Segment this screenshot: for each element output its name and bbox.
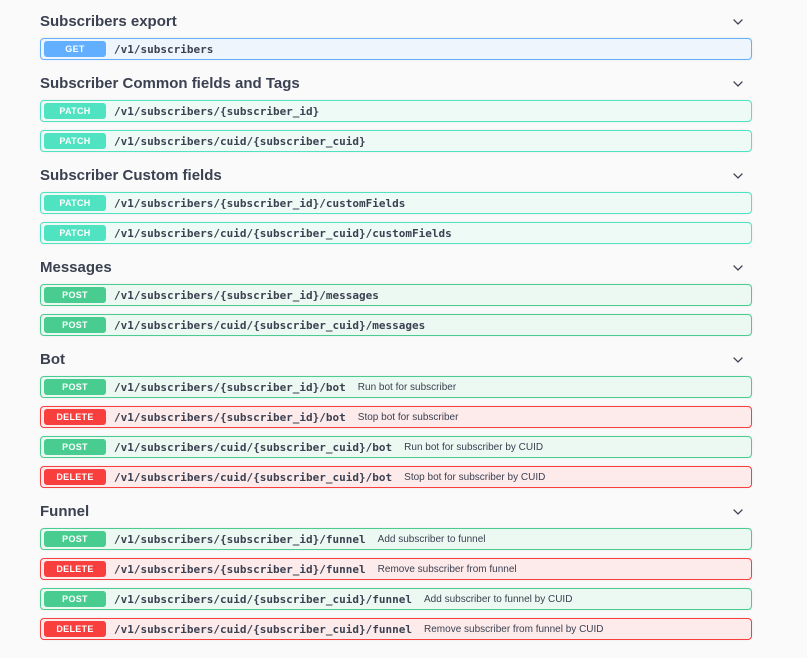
endpoint-description: Run bot for subscriber — [358, 382, 456, 393]
operation-row-patch-v1-subscribers-cuid-subscriber-cuid-customfields[interactable]: PATCH/v1/subscribers/cuid/{subscriber_cu… — [40, 222, 752, 244]
method-badge: PATCH — [44, 195, 106, 211]
endpoint-path: /v1/subscribers/{subscriber_id}/bot — [114, 411, 346, 424]
method-badge: POST — [44, 439, 106, 455]
chevron-down-icon[interactable] — [730, 260, 746, 276]
method-badge: DELETE — [44, 409, 106, 425]
endpoint-description: Remove subscriber from funnel — [378, 564, 517, 575]
method-badge: DELETE — [44, 621, 106, 637]
section-header-funnel[interactable]: Funnel — [40, 496, 752, 528]
endpoint-path: /v1/subscribers/cuid/{subscriber_cuid}/m… — [114, 319, 425, 332]
operation-row-post-v1-subscribers-subscriber-id-funnel[interactable]: POST/v1/subscribers/{subscriber_id}/funn… — [40, 528, 752, 550]
method-badge: DELETE — [44, 561, 106, 577]
section-header-subscribers-export[interactable]: Subscribers export — [40, 6, 752, 38]
method-badge: GET — [44, 41, 106, 57]
section-title: Funnel — [40, 503, 89, 520]
section-subscriber-custom-fields: Subscriber Custom fields PATCH/v1/subscri… — [40, 160, 752, 244]
section-title: Subscribers export — [40, 13, 177, 30]
endpoint-path: /v1/subscribers/cuid/{subscriber_cuid}/f… — [114, 593, 412, 606]
endpoint-path: /v1/subscribers/cuid/{subscriber_cuid}/f… — [114, 623, 412, 636]
section-title: Bot — [40, 351, 65, 368]
endpoint-path: /v1/subscribers/cuid/{subscriber_cuid}/b… — [114, 471, 392, 484]
chevron-down-icon[interactable] — [730, 504, 746, 520]
operation-row-post-v1-subscribers-subscriber-id-bot[interactable]: POST/v1/subscribers/{subscriber_id}/bot R… — [40, 376, 752, 398]
endpoint-path: /v1/subscribers/cuid/{subscriber_cuid}/b… — [114, 441, 392, 454]
operation-row-post-v1-subscribers-cuid-subscriber-cuid-messages[interactable]: POST/v1/subscribers/cuid/{subscriber_cui… — [40, 314, 752, 336]
operation-row-delete-v1-subscribers-cuid-subscriber-cuid-bot[interactable]: DELETE/v1/subscribers/cuid/{subscriber_c… — [40, 466, 752, 488]
endpoint-path: /v1/subscribers/{subscriber_id}/funnel — [114, 563, 366, 576]
endpoint-description: Run bot for subscriber by CUID — [404, 442, 543, 453]
method-badge: DELETE — [44, 469, 106, 485]
operation-row-delete-v1-subscribers-subscriber-id-bot[interactable]: DELETE/v1/subscribers/{subscriber_id}/bo… — [40, 406, 752, 428]
method-badge: POST — [44, 379, 106, 395]
api-sections: Subscribers exportGET/v1/subscribersSubs… — [40, 6, 752, 640]
method-badge: PATCH — [44, 103, 106, 119]
endpoint-path: /v1/subscribers/{subscriber_id}/customFi… — [114, 197, 405, 210]
section-title: Subscriber Common fields and Tags — [40, 75, 300, 92]
section-subscriber-common-fields-and-tags: Subscriber Common fields and Tags PATCH/v… — [40, 68, 752, 152]
method-badge: PATCH — [44, 133, 106, 149]
operation-row-patch-v1-subscribers-subscriber-id-customfields[interactable]: PATCH/v1/subscribers/{subscriber_id}/cus… — [40, 192, 752, 214]
chevron-down-icon[interactable] — [730, 352, 746, 368]
chevron-down-icon[interactable] — [730, 14, 746, 30]
method-badge: PATCH — [44, 225, 106, 241]
section-messages: Messages POST/v1/subscribers/{subscriber_… — [40, 252, 752, 336]
section-title: Subscriber Custom fields — [40, 167, 222, 184]
operation-row-delete-v1-subscribers-cuid-subscriber-cuid-funnel[interactable]: DELETE/v1/subscribers/cuid/{subscriber_c… — [40, 618, 752, 640]
section-header-bot[interactable]: Bot — [40, 344, 752, 376]
section-bot: Bot POST/v1/subscribers/{subscriber_id}/b… — [40, 344, 752, 488]
method-badge: POST — [44, 287, 106, 303]
endpoint-path: /v1/subscribers/{subscriber_id} — [114, 105, 319, 118]
operation-row-patch-v1-subscribers-cuid-subscriber-cuid[interactable]: PATCH/v1/subscribers/cuid/{subscriber_cu… — [40, 130, 752, 152]
section-header-subscriber-common-fields-and-tags[interactable]: Subscriber Common fields and Tags — [40, 68, 752, 100]
operation-row-patch-v1-subscribers-subscriber-id[interactable]: PATCH/v1/subscribers/{subscriber_id} — [40, 100, 752, 122]
section-header-subscriber-custom-fields[interactable]: Subscriber Custom fields — [40, 160, 752, 192]
operation-row-post-v1-subscribers-cuid-subscriber-cuid-funnel[interactable]: POST/v1/subscribers/cuid/{subscriber_cui… — [40, 588, 752, 610]
endpoint-path: /v1/subscribers/{subscriber_id}/funnel — [114, 533, 366, 546]
method-badge: POST — [44, 531, 106, 547]
endpoint-description: Stop bot for subscriber — [358, 412, 459, 423]
endpoint-description: Add subscriber to funnel — [378, 534, 486, 545]
endpoint-path: /v1/subscribers/{subscriber_id}/messages — [114, 289, 379, 302]
endpoint-description: Stop bot for subscriber by CUID — [404, 472, 545, 483]
operation-row-delete-v1-subscribers-subscriber-id-funnel[interactable]: DELETE/v1/subscribers/{subscriber_id}/fu… — [40, 558, 752, 580]
endpoint-path: /v1/subscribers/cuid/{subscriber_cuid} — [114, 135, 366, 148]
section-funnel: Funnel POST/v1/subscribers/{subscriber_id… — [40, 496, 752, 640]
operation-row-post-v1-subscribers-subscriber-id-messages[interactable]: POST/v1/subscribers/{subscriber_id}/mess… — [40, 284, 752, 306]
chevron-down-icon[interactable] — [730, 76, 746, 92]
method-badge: POST — [44, 317, 106, 333]
section-title: Messages — [40, 259, 112, 276]
api-docs: Subscribers exportGET/v1/subscribersSubs… — [0, 0, 807, 658]
endpoint-path: /v1/subscribers — [114, 43, 213, 56]
endpoint-description: Remove subscriber from funnel by CUID — [424, 624, 604, 635]
endpoint-path: /v1/subscribers/{subscriber_id}/bot — [114, 381, 346, 394]
operation-row-get-v1-subscribers[interactable]: GET/v1/subscribers — [40, 38, 752, 60]
endpoint-path: /v1/subscribers/cuid/{subscriber_cuid}/c… — [114, 227, 452, 240]
endpoint-description: Add subscriber to funnel by CUID — [424, 594, 572, 605]
chevron-down-icon[interactable] — [730, 168, 746, 184]
method-badge: POST — [44, 591, 106, 607]
operation-row-post-v1-subscribers-cuid-subscriber-cuid-bot[interactable]: POST/v1/subscribers/cuid/{subscriber_cui… — [40, 436, 752, 458]
section-subscribers-export: Subscribers export GET/v1/subscribers — [40, 6, 752, 60]
section-header-messages[interactable]: Messages — [40, 252, 752, 284]
